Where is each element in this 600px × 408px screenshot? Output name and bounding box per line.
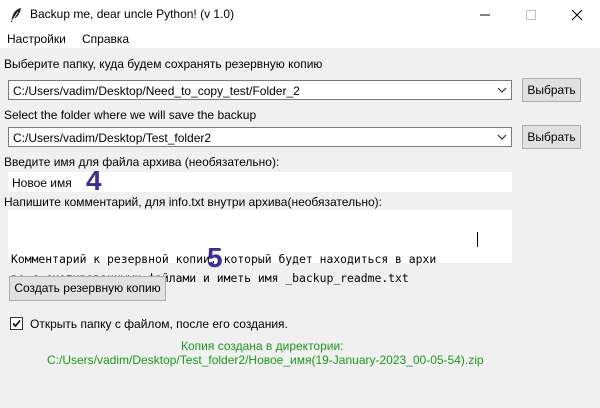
maximize-icon [526, 10, 536, 20]
archive-name-value: Новое имя [12, 176, 72, 190]
minimize-icon [480, 14, 490, 16]
comment-textarea[interactable]: Комментарий к резервной копии, который б… [8, 210, 512, 285]
open-folder-checkbox[interactable] [10, 317, 23, 330]
comment-label: Напишите комментарий, для info.txt внутр… [4, 195, 382, 209]
status-path: C:/Users/vadim/Desktop/Test_folder2/Ново… [47, 353, 484, 367]
open-folder-label: Открыть папку с файлом, после его создан… [30, 317, 288, 331]
annotation-number-4: 4 [86, 165, 102, 196]
close-icon [571, 9, 583, 21]
minimize-button[interactable] [462, 0, 508, 30]
menu-settings[interactable]: Настройки [7, 32, 66, 46]
archive-name-input[interactable]: Новое имя [8, 172, 512, 192]
chevron-down-icon[interactable] [497, 134, 507, 140]
maximize-button[interactable] [508, 0, 554, 30]
source-folder-combobox[interactable]: C:/Users/vadim/Desktop/Need_to_copy_test… [8, 80, 512, 100]
source-folder-label: Выберите папку, куда будем сохранять рез… [4, 57, 323, 71]
close-button[interactable] [554, 0, 600, 30]
chevron-down-icon[interactable] [497, 87, 507, 93]
checkmark-icon [12, 319, 21, 328]
window-title: Backup me, dear uncle Python! (v 1.0) [30, 7, 235, 21]
source-browse-button[interactable]: Выбрать [522, 78, 581, 102]
source-folder-path: C:/Users/vadim/Desktop/Need_to_copy_test… [13, 84, 300, 98]
archive-name-label: Введите имя для файла архива (необязател… [4, 155, 280, 169]
target-folder-combobox[interactable]: C:/Users/vadim/Desktop/Test_folder2 [8, 127, 512, 147]
comment-line: Комментарий к резервной копии, который б… [11, 252, 437, 266]
target-folder-label: Select the folder where we will save the… [4, 108, 257, 122]
target-browse-button[interactable]: Выбрать [522, 125, 581, 149]
text-caret [477, 232, 478, 247]
create-backup-button[interactable]: Создать резервную копию [9, 276, 166, 301]
menu-help[interactable]: Справка [82, 32, 129, 46]
menu-bar: Настройки Справка [0, 30, 600, 48]
title-bar: Backup me, dear uncle Python! (v 1.0) [0, 0, 600, 30]
annotation-number-5: 5 [207, 242, 223, 273]
target-folder-path: C:/Users/vadim/Desktop/Test_folder2 [13, 131, 212, 145]
feather-icon [11, 8, 21, 22]
status-message: Копия создана в директории: [181, 339, 344, 353]
